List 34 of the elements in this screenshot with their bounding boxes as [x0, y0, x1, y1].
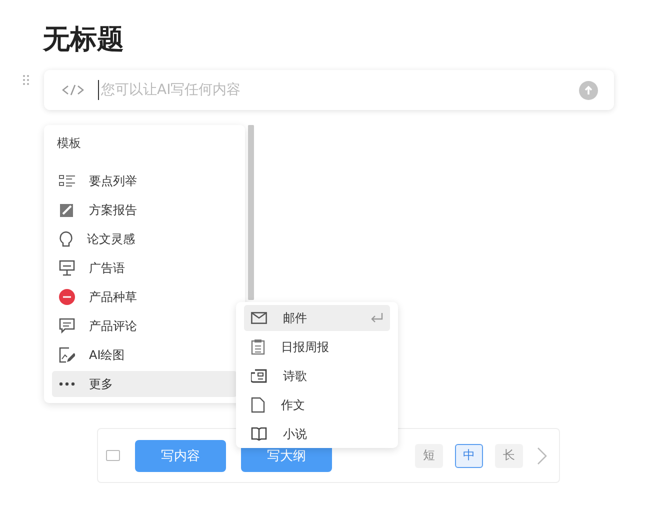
clipboard-icon	[251, 339, 265, 355]
checkbox-icon[interactable]	[106, 450, 120, 461]
list-icon	[59, 174, 75, 188]
drag-handle-icon[interactable]	[22, 74, 30, 86]
menu-item[interactable]: 更多	[52, 371, 237, 397]
menu-item[interactable]: 产品种草	[52, 284, 237, 310]
comment-icon	[59, 318, 75, 334]
menu-item[interactable]: AI绘图	[52, 342, 237, 368]
billboard-icon	[59, 260, 75, 276]
menu-item[interactable]: 作文	[244, 392, 390, 418]
send-icon[interactable]	[579, 80, 598, 100]
menu-item[interactable]: 广告语	[52, 255, 237, 281]
menu-item[interactable]: 要点列举	[52, 168, 237, 194]
menu-item[interactable]: 论文灵感	[52, 226, 237, 252]
menu-item[interactable]: 诗歌	[244, 363, 390, 389]
menu-item[interactable]: 产品评论	[52, 313, 237, 339]
more-icon	[59, 382, 75, 386]
enter-key-icon	[370, 313, 383, 323]
menu-item[interactable]: 日报周报	[244, 334, 390, 360]
image-edit-icon	[59, 347, 75, 363]
book-icon	[251, 427, 267, 441]
report-icon	[59, 202, 75, 218]
badge-circle-icon	[59, 289, 75, 305]
code-icon	[62, 84, 84, 96]
menu-item[interactable]: 方案报告	[52, 197, 237, 223]
menu-heading: 模板	[56, 135, 82, 152]
chevron-right-icon[interactable]	[537, 446, 547, 464]
document-title: 无标题	[42, 23, 125, 57]
newspaper-icon	[251, 369, 267, 383]
scrollbar[interactable]	[248, 125, 254, 300]
menu-item[interactable]: 邮件	[244, 305, 390, 331]
document-icon	[251, 397, 265, 413]
lightbulb-icon	[59, 231, 73, 247]
mail-icon	[251, 312, 267, 324]
